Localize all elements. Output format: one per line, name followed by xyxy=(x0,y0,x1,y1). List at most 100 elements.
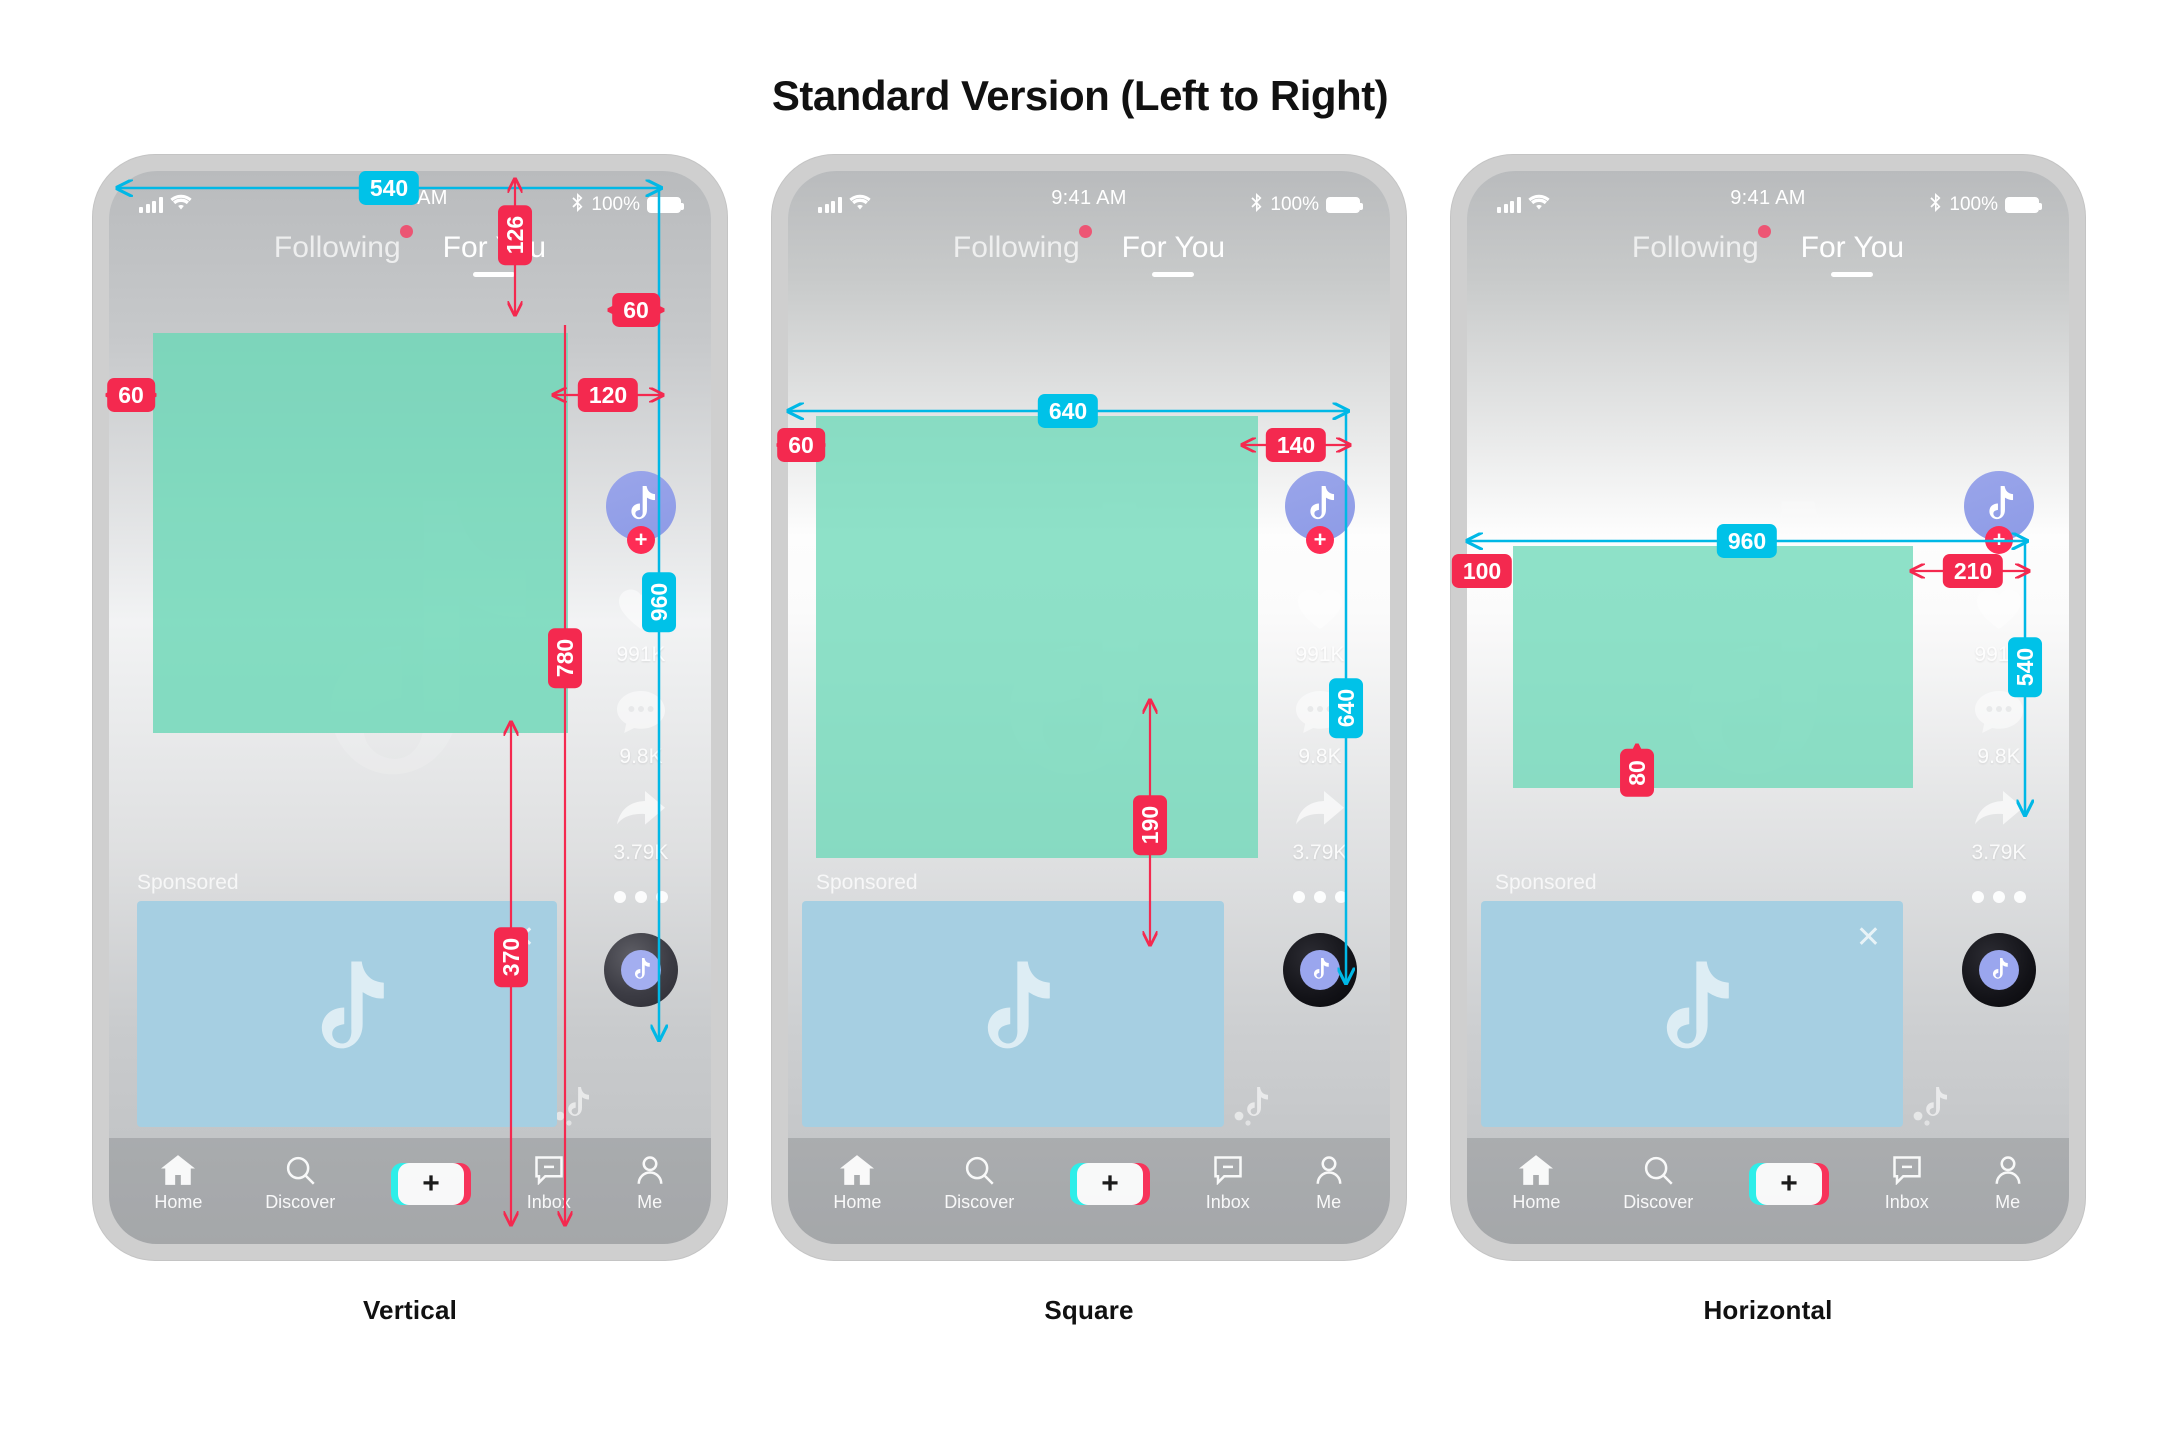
nav-item-home[interactable]: Home xyxy=(833,1155,881,1213)
follow-plus-icon[interactable]: + xyxy=(627,526,655,554)
annotation-right-margin-210: 210 xyxy=(1942,553,2004,589)
more-dots-icon[interactable] xyxy=(1293,891,1347,903)
music-disc-icon[interactable] xyxy=(1962,933,2036,1007)
create-plus-icon[interactable]: + xyxy=(1069,1163,1150,1205)
nav-item-inbox[interactable]: Inbox xyxy=(1885,1155,1929,1213)
battery-icon xyxy=(2005,197,2042,213)
more-dots-icon[interactable] xyxy=(1972,891,2026,903)
nav-item-me[interactable]: Me xyxy=(634,1155,666,1213)
mockup-vertical: 9:41 AM 100% Following For You xyxy=(93,155,727,1325)
nav-item-create[interactable]: + xyxy=(390,1163,471,1205)
comment-button[interactable]: 9.8K xyxy=(1973,687,2025,769)
bluetooth-icon xyxy=(1250,192,1263,218)
top-tabs: Following For You xyxy=(109,225,711,277)
music-disc-icon[interactable] xyxy=(1283,933,1357,1007)
annotation-width-540: 540 xyxy=(358,170,420,206)
annotation-bottom-gap-190: 190 xyxy=(1132,794,1168,856)
caption-vertical: Vertical xyxy=(362,1295,458,1325)
share-button[interactable]: 3.79K xyxy=(1292,789,1348,865)
active-tab-underline xyxy=(1831,272,1874,277)
tab-following[interactable]: Following xyxy=(274,225,413,275)
wifi-icon xyxy=(169,194,192,216)
nav-item-discover[interactable]: Discover xyxy=(1623,1155,1693,1213)
like-button[interactable]: 991K xyxy=(1294,585,1346,667)
annotation-left-margin-60: 60 xyxy=(777,427,825,463)
notification-dot xyxy=(399,225,413,238)
annotation-height-640: 640 xyxy=(1328,677,1364,739)
status-bar: 9:41 AM 100% xyxy=(1467,171,2069,225)
nav-item-inbox[interactable]: Inbox xyxy=(1206,1155,1250,1213)
bluetooth-icon xyxy=(1929,192,1942,218)
phone-screen: 9:41 AM 100% Following For You xyxy=(1467,171,2069,1244)
annotation-right-margin-60: 60 xyxy=(612,292,660,328)
tab-for-you[interactable]: For You xyxy=(1801,231,1904,277)
annotation-ad-band-370: 370 xyxy=(493,926,529,988)
comment-count: 9.8K xyxy=(1298,745,1342,768)
status-bar-time: 9:41 AM xyxy=(1051,187,1127,209)
caption-horizontal: Horizontal xyxy=(1703,1295,1833,1325)
annotation-width-640: 640 xyxy=(1037,393,1099,429)
music-notes-icon xyxy=(551,1083,599,1132)
tab-for-you[interactable]: For You xyxy=(1122,231,1225,277)
share-button[interactable]: 3.79K xyxy=(1971,789,2027,865)
annotation-right-margin-120: 120 xyxy=(577,377,639,413)
cellular-bars-icon xyxy=(818,197,842,213)
avatar[interactable]: + xyxy=(1285,471,1355,554)
cellular-bars-icon xyxy=(139,197,163,213)
battery-icon xyxy=(647,197,684,213)
page-title: Standard Version (Left to Right) xyxy=(771,72,1389,119)
avatar[interactable]: + xyxy=(606,471,676,554)
nav-item-me[interactable]: Me xyxy=(1313,1155,1345,1213)
music-disc-icon[interactable] xyxy=(604,933,678,1007)
wifi-icon xyxy=(848,194,871,216)
nav-item-inbox[interactable]: Inbox xyxy=(527,1155,571,1213)
phone-frame: 9:41 AM 100% Following For You xyxy=(1451,155,2085,1260)
phone-screen: 9:41 AM 100% Following For You xyxy=(788,171,1390,1244)
nav-item-home[interactable]: Home xyxy=(1512,1155,1560,1213)
create-plus-icon[interactable]: + xyxy=(390,1163,471,1205)
nav-item-discover[interactable]: Discover xyxy=(265,1155,335,1213)
annotation-left-margin-60: 60 xyxy=(107,377,155,413)
share-button[interactable]: 3.79K xyxy=(614,789,668,865)
follow-plus-icon[interactable]: + xyxy=(1985,526,2013,554)
battery-percent: 100% xyxy=(1949,194,1998,215)
sponsored-label: Sponsored xyxy=(137,871,239,894)
heart-icon xyxy=(1294,585,1346,638)
create-plus-icon[interactable]: + xyxy=(1748,1163,1829,1205)
like-count: 991K xyxy=(1295,643,1345,666)
annotation-left-margin-100: 100 xyxy=(1451,553,1513,589)
phone-screen: 9:41 AM 100% Following For You xyxy=(109,171,711,1244)
more-dots-icon[interactable] xyxy=(614,891,668,903)
share-icon xyxy=(615,789,667,836)
mockup-square: 9:41 AM 100% Following For You + 991K 9.… xyxy=(772,155,1406,1325)
music-notes-icon xyxy=(1230,1083,1278,1132)
nav-item-home[interactable]: Home xyxy=(154,1155,202,1213)
tab-following[interactable]: Following xyxy=(1632,225,1771,275)
action-rail: + 991K 9.8K 3.79K xyxy=(593,471,689,1007)
annotation-right-margin-140: 140 xyxy=(1265,427,1327,463)
safe-zone-green xyxy=(1513,546,1913,788)
comment-button[interactable]: 9.8K xyxy=(615,687,667,769)
safe-zone-green-soft xyxy=(153,333,568,733)
share-count: 3.79K xyxy=(1292,841,1348,864)
top-tabs: Following For You xyxy=(788,225,1390,277)
ad-card[interactable] xyxy=(802,901,1224,1127)
nav-item-me[interactable]: Me xyxy=(1992,1155,2024,1213)
annotation-band-780: 780 xyxy=(547,627,583,689)
nav-item-create[interactable]: + xyxy=(1748,1163,1829,1205)
ad-card[interactable]: ✕ xyxy=(1481,901,1903,1127)
status-bar: 9:41 AM 100% xyxy=(788,171,1390,225)
share-icon xyxy=(1294,789,1346,836)
mockup-horizontal: 9:41 AM 100% Following For You + 991K 9.… xyxy=(1451,155,2085,1325)
close-icon[interactable]: ✕ xyxy=(1856,923,1881,953)
share-count: 3.79K xyxy=(1971,841,2027,864)
follow-plus-icon[interactable]: + xyxy=(1306,526,1334,554)
share-icon xyxy=(1973,789,2025,836)
action-rail: + 991K 9.8K 3.79K xyxy=(1951,471,2047,1007)
heart-icon xyxy=(1973,585,2025,638)
avatar[interactable]: + xyxy=(1964,471,2034,554)
nav-item-create[interactable]: + xyxy=(1069,1163,1150,1205)
tab-following[interactable]: Following xyxy=(953,225,1092,275)
nav-item-discover[interactable]: Discover xyxy=(944,1155,1014,1213)
annotation-top-offset-126: 126 xyxy=(497,204,533,266)
